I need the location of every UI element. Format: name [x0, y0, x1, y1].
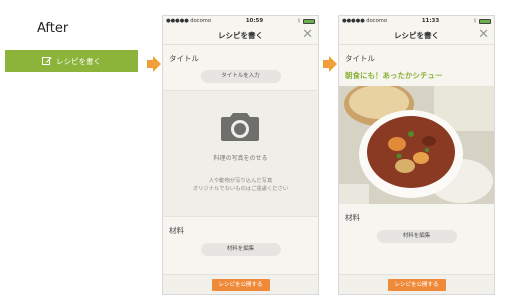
photo-upload-text: 料理の写真をのせる [213, 155, 268, 162]
status-icons: ᛒ [474, 18, 491, 24]
phone-screen-empty-recipe: ●●●●● docomo 10:59 ᛒ レシピを書く ✕ タイトル タイトルを… [162, 15, 319, 295]
photo-notice-line-2: オリジナルでないものはご遠慮ください [192, 185, 289, 192]
edit-ingredients-button[interactable]: 材料を編集 [200, 243, 281, 256]
close-icon[interactable]: ✕ [478, 28, 489, 41]
photo-notice-line-1: 人や動物が写り込んだ写真 [208, 178, 273, 184]
nav-title: レシピを書く [394, 30, 439, 40]
nav-bar: レシピを書く ✕ [339, 26, 494, 45]
write-recipe-button-label: レシピを書く [56, 56, 101, 66]
enter-title-button[interactable]: タイトルを入力 [200, 70, 281, 83]
ingredients-section-label: 材料 [169, 226, 184, 235]
nav-bar: レシピを書く ✕ [163, 26, 318, 45]
write-recipe-button[interactable]: レシピを書く [5, 50, 138, 72]
publish-recipe-button[interactable]: レシピを公開する [387, 278, 446, 291]
battery-icon [479, 18, 491, 24]
edit-ingredients-button[interactable]: 材料を編集 [376, 230, 457, 243]
stew-photo-illustration [339, 86, 494, 204]
title-section-label: タイトル [345, 54, 375, 63]
bluetooth-icon: ᛒ [473, 18, 477, 24]
status-time: 11:33 [421, 18, 440, 24]
comparison-stage: After レシピを書く ●●●●● docomo 10:59 ᛒ レシピを書く… [0, 0, 506, 304]
carrier-text: ●●●●● docomo [342, 18, 388, 24]
nav-title: レシピを書く [218, 30, 263, 40]
close-icon[interactable]: ✕ [302, 28, 313, 41]
camera-icon [221, 113, 259, 141]
status-time: 10:59 [245, 18, 264, 24]
photo-upload-area[interactable]: 料理の写真をのせる 人や動物が写り込んだ写真 オリジナルでないものはご遠慮くださ… [163, 90, 318, 217]
after-label: After [37, 21, 69, 36]
recipe-photo[interactable] [339, 86, 494, 204]
phone-screen-filled-recipe: ●●●●● docomo 11:33 ᛒ レシピを書く ✕ タイトル 朝食にも！… [338, 15, 495, 295]
bluetooth-icon: ᛒ [297, 18, 301, 24]
ingredients-section-label: 材料 [345, 213, 360, 222]
recipe-title-value[interactable]: 朝食にも！あったかシチュー [339, 70, 494, 81]
publish-recipe-button[interactable]: レシピを公開する [211, 278, 270, 291]
status-icons: ᛒ [298, 18, 315, 24]
carrier-text: ●●●●● docomo [166, 18, 212, 24]
status-bar: ●●●●● docomo 10:59 ᛒ [163, 16, 318, 26]
title-section-label: タイトル [169, 54, 199, 63]
bottom-bar: レシピを公開する [163, 274, 318, 294]
photo-notice-text: 人や動物が写り込んだ写真 オリジナルでないものはご遠慮ください [163, 178, 318, 193]
status-bar: ●●●●● docomo 11:33 ᛒ [339, 16, 494, 26]
battery-icon [303, 18, 315, 24]
pen-icon [42, 57, 52, 65]
bottom-bar: レシピを公開する [339, 274, 494, 294]
